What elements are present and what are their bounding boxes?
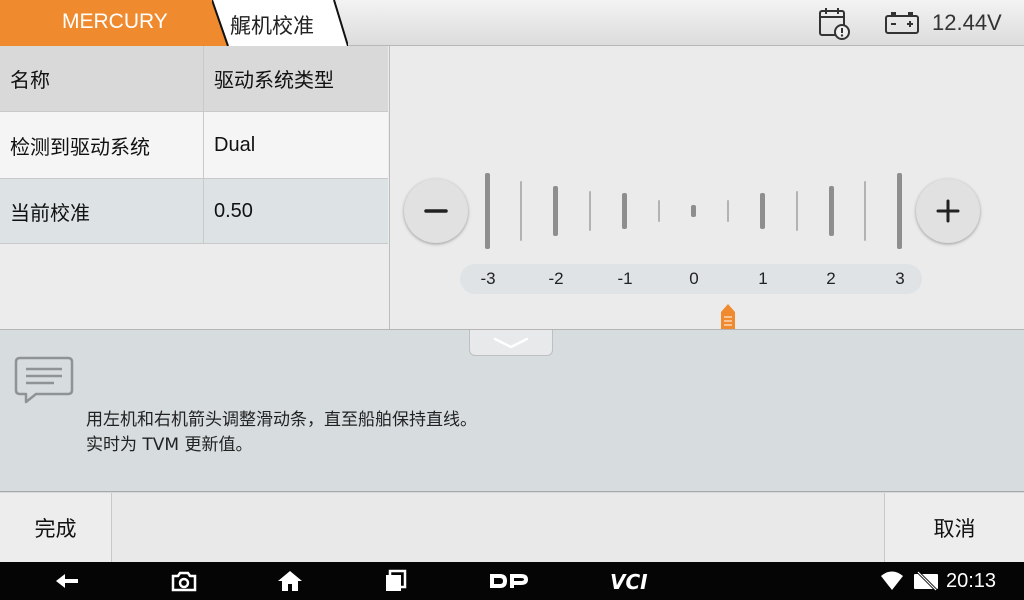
dp-icon[interactable] [488, 569, 530, 593]
scale-label: 3 [895, 269, 905, 288]
slider-tick-major [484, 173, 490, 249]
camera-icon[interactable] [170, 569, 198, 593]
clock: 20:13 [946, 570, 997, 592]
table-cell-name: 检测到驱动系统 [0, 112, 204, 178]
trim-slider-panel: -3 -2 -1 0 1 2 3 [390, 46, 1024, 329]
collapse-button[interactable] [469, 330, 553, 356]
slider-tick-major [897, 173, 903, 249]
table-row[interactable]: 检测到驱动系统 Dual [0, 112, 388, 179]
table-cell-name: 当前校准 [0, 179, 204, 243]
scale-label: 0 [689, 269, 699, 288]
scale-label: -1 [617, 269, 633, 288]
decrease-button[interactable] [404, 179, 468, 243]
battery-voltage: 12.44V [932, 10, 1002, 35]
message-panel: 用左机和右机箭头调整滑动条，直至船舶保持直线。 实时为 TVM 更新值。 [0, 329, 1024, 492]
scale-label: -3 [480, 269, 496, 288]
slider-tick-minor [864, 181, 867, 241]
chevron-down-icon [493, 337, 529, 348]
done-button[interactable]: 完成 [0, 493, 112, 562]
table-cell-value: Dual [214, 133, 256, 156]
top-bar: MERCURY 艉机校准 12.44V [0, 0, 1024, 46]
slider-tick-major [828, 186, 834, 236]
instruction-line-2: 实时为 TVM 更新值。 [86, 435, 253, 455]
vci-icon[interactable]: VCI [608, 569, 654, 593]
drive-info-table: 名称 驱动系统类型 检测到驱动系统 Dual 当前校准 0.50 [0, 46, 390, 329]
slider-tick-minor [658, 200, 660, 222]
message-icon [14, 356, 74, 404]
slider-tick-major [759, 193, 765, 229]
table-header-row: 名称 驱动系统类型 [0, 46, 388, 112]
slider-tick-minor [726, 200, 729, 222]
plus-icon [936, 199, 960, 223]
calendar-alert-icon[interactable] [816, 5, 852, 41]
back-icon[interactable] [52, 569, 82, 593]
cancel-button[interactable]: 取消 [884, 493, 1024, 562]
recents-icon[interactable] [382, 569, 408, 593]
no-sim-icon [914, 570, 938, 592]
slider-tick-major [622, 193, 628, 229]
slider-scale: -3 -2 -1 0 1 2 3 [460, 264, 922, 294]
wifi-icon [881, 571, 903, 590]
system-nav-bar: VCI 20:13 [0, 562, 1024, 600]
action-bar: 完成 取消 [0, 493, 1024, 562]
instruction-text: 用左机和右机箭头调整滑动条，直至船舶保持直线。 实时为 TVM 更新值。 [86, 408, 477, 458]
slider-tick-minor [520, 181, 523, 241]
battery-icon [885, 12, 919, 34]
scale-label: 1 [758, 269, 768, 288]
table-cell-value: 0.50 [214, 199, 253, 222]
brand-label: MERCURY [62, 10, 168, 33]
table-header-value: 驱动系统类型 [214, 70, 334, 92]
scale-label: 2 [826, 269, 836, 288]
table-row[interactable]: 当前校准 0.50 [0, 179, 388, 244]
slider-tick-minor [589, 191, 592, 231]
breadcrumb-edge [212, 0, 348, 46]
slider-tick-minor [795, 191, 798, 231]
instruction-line-1: 用左机和右机箭头调整滑动条，直至船舶保持直线。 [86, 410, 477, 430]
slider-tick-major [690, 205, 696, 217]
minus-icon [424, 209, 448, 213]
brand-tab[interactable]: MERCURY [0, 0, 228, 46]
scale-label: -2 [548, 269, 564, 288]
table-header-name: 名称 [0, 46, 204, 111]
increase-button[interactable] [916, 179, 980, 243]
slider-tick-major [553, 186, 559, 236]
svg-text:VCI: VCI [610, 570, 648, 593]
home-icon[interactable] [276, 569, 304, 593]
screen: MERCURY 艉机校准 12.44V 名称 驱动系统类型 检测到驱动系统 Du… [0, 0, 1024, 600]
slider-pointer-icon[interactable] [720, 304, 736, 329]
